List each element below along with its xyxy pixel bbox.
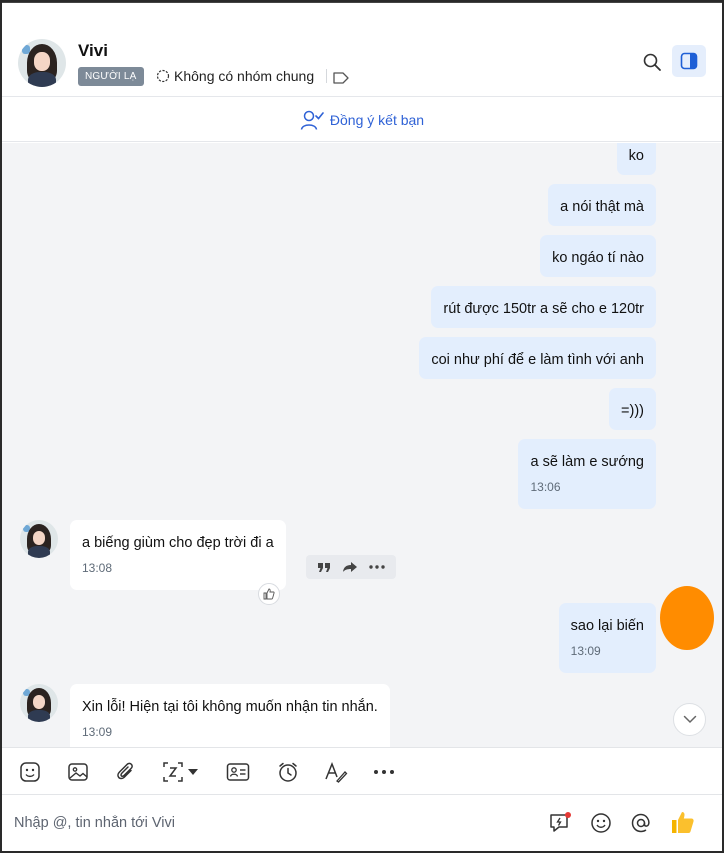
message-text: a sẽ làm e sướng [530,454,644,470]
sticker-button[interactable] [18,760,42,784]
message-input[interactable] [14,809,534,837]
screenshot-icon [163,762,183,782]
message-time: 13:06 [530,480,561,494]
stranger-badge: NGƯỜI LẠ [78,67,144,86]
title-strip [2,3,722,29]
message-bubble-out[interactable]: a sẽ làm e sướng 13:06 [518,439,656,509]
text-format-icon [325,761,348,783]
attach-file-button[interactable] [114,760,138,784]
react-like-button[interactable] [258,583,280,605]
image-icon [68,763,88,781]
composer-toolbar [2,747,722,795]
message-bubble-out[interactable]: rút được 150tr a sẽ cho e 120tr [431,286,656,328]
accept-friend-label: Đồng ý kết bạn [329,111,425,128]
emoji-icon[interactable] [589,811,613,835]
mention-icon[interactable] [629,811,653,835]
sidebar-panel-icon [680,52,698,70]
tag-icon[interactable] [332,71,350,85]
message-time: 13:08 [82,561,113,575]
common-groups-info[interactable]: Không có nhóm chung [156,68,328,84]
message-actions [306,555,396,579]
chevron-down-icon [188,769,198,775]
contact-card-icon [226,763,250,781]
accept-friend-button[interactable]: Đồng ý kết bạn [2,98,722,142]
message-text: =))) [621,403,644,419]
reminder-button[interactable] [276,760,300,784]
message-bubble-in[interactable]: a biếng giùm cho đẹp trời đi a 13:08 [70,520,286,590]
screenshot-button[interactable] [162,760,206,784]
quote-icon[interactable] [317,561,331,573]
chat-header: Vivi NGƯỜI LẠ Không có nhóm chung [2,29,722,97]
add-friend-icon [300,110,324,130]
chevron-down-icon [683,715,696,724]
common-groups-label: Không có nhóm chung [174,68,315,84]
message-bubble-out[interactable]: sao lại biến 13:09 [558,603,656,673]
toggle-sidebar-button[interactable] [672,45,706,77]
message-bubble-in[interactable]: Xin lỗi! Hiện tại tôi không muốn nhận ti… [70,684,390,747]
message-text: coi như phí để e làm tình với anh [431,352,644,368]
message-list[interactable]: ko a nói thật mà ko ngáo tí nào rút được… [2,143,722,747]
sender-avatar[interactable] [20,520,58,558]
thumbs-up-outline-icon [263,588,275,600]
send-contact-card-button[interactable] [226,760,250,784]
message-bubble-out[interactable]: coi như phí để e làm tình với anh [419,337,656,379]
attachment-icon [117,762,133,780]
message-text: ko [628,148,644,164]
message-bubble-out[interactable]: a nói thật mà [548,184,656,226]
quick-message-icon[interactable] [548,811,572,835]
more-icon [374,770,394,774]
message-text: Xin lỗi! Hiện tại tôi không muốn nhận ti… [82,699,378,715]
send-image-button[interactable] [66,760,90,784]
search-icon[interactable] [642,52,662,72]
message-bubble-out[interactable]: ko ngáo tí nào [540,235,656,277]
sender-avatar[interactable] [20,684,58,722]
message-text: rút được 150tr a sẽ cho e 120tr [443,301,644,317]
contact-name[interactable]: Vivi [78,41,108,61]
message-composer [2,795,722,851]
forward-icon[interactable] [342,561,358,573]
sticker-icon [20,762,40,782]
groups-icon [156,69,170,83]
message-text: a nói thật mà [560,199,644,215]
thumbs-up-icon[interactable] [670,809,696,835]
reminder-icon [279,762,297,782]
message-text: a biếng giùm cho đẹp trời đi a [82,535,274,551]
chat-window: Vivi NGƯỜI LẠ Không có nhóm chung Đồng ý… [2,2,722,851]
message-time: 13:09 [570,644,601,658]
text-format-button[interactable] [324,760,348,784]
message-bubble-out[interactable]: =))) [609,388,656,430]
message-time: 13:09 [82,725,113,739]
message-text: sao lại biến [570,618,644,634]
message-bubble-out[interactable]: ko [616,143,656,175]
more-icon[interactable] [368,565,385,569]
contact-avatar[interactable] [18,39,66,87]
scroll-to-bottom-button[interactable] [673,703,706,736]
more-options-button[interactable] [372,760,396,784]
message-text: ko ngáo tí nào [552,250,644,266]
orange-overlay-circle [660,586,714,650]
